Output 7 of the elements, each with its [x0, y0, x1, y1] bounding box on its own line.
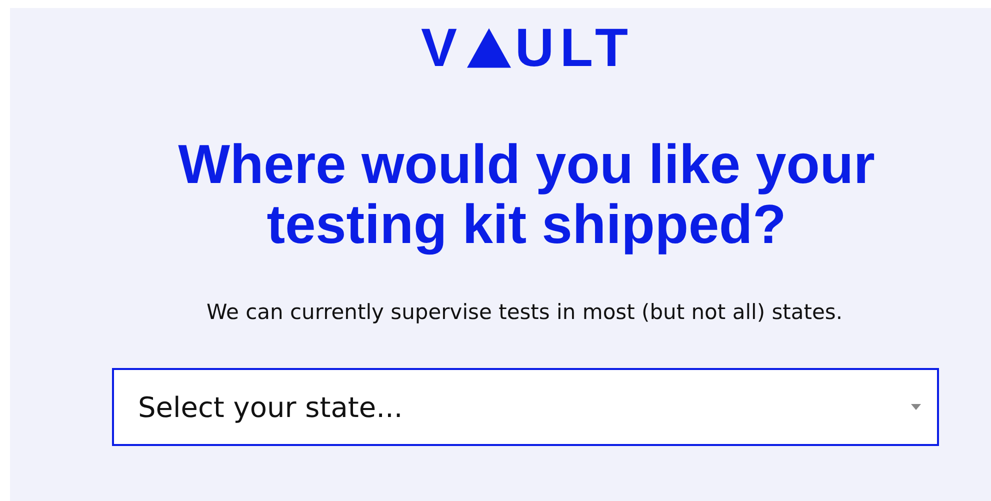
subtitle: We can currently supervise tests in most (but not all) states. — [206, 300, 843, 324]
logo-letter: V — [421, 26, 464, 70]
triangle-icon — [467, 28, 512, 68]
logo-text: ULT — [515, 26, 634, 70]
state-select[interactable]: Select your state... — [112, 368, 939, 446]
caret-icon — [911, 404, 921, 410]
heading: Where would you like your testing kit shipped? — [177, 134, 876, 254]
